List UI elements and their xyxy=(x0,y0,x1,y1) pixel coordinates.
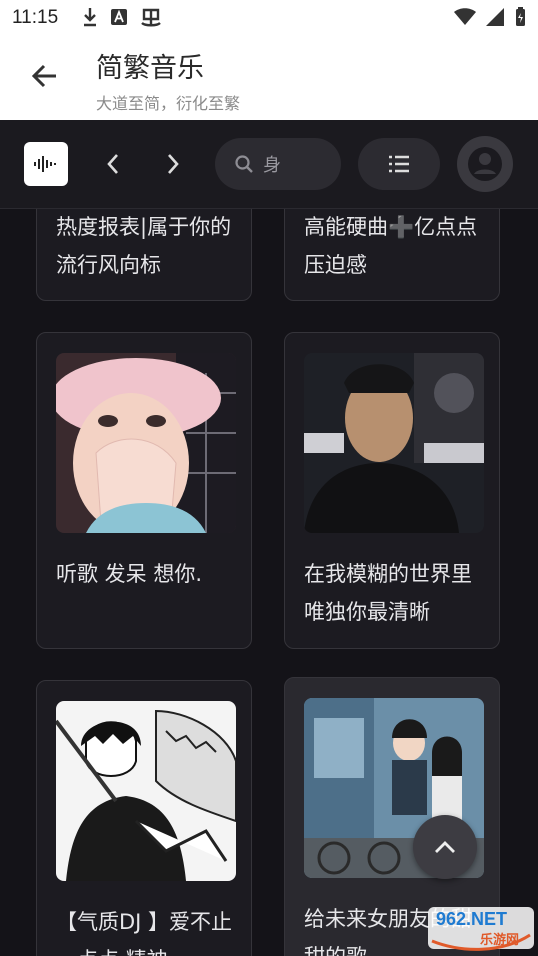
site-watermark: 962.NET 乐游网 xyxy=(428,905,534,951)
cellular-signal-icon xyxy=(486,8,504,26)
page-title: 简繁音乐 xyxy=(96,53,204,84)
next-button[interactable] xyxy=(155,146,191,182)
app-a-icon xyxy=(111,9,127,25)
toolbar xyxy=(0,120,538,209)
waveform-logo-icon xyxy=(34,156,56,172)
playlist-title: 热度报表|属于你的流行风向标 xyxy=(56,215,232,277)
watermark-sub: 乐游网 xyxy=(480,933,520,948)
back-button[interactable] xyxy=(24,56,64,96)
account-icon xyxy=(468,147,502,181)
playlist-title: 高能硬曲➕亿点点压迫感 xyxy=(304,215,478,277)
chevron-up-icon xyxy=(435,841,455,853)
search-box[interactable] xyxy=(215,138,341,190)
playlist-title: 在我模糊的世界里 唯独你最清晰 xyxy=(304,562,472,624)
chevron-left-icon xyxy=(107,154,118,174)
back-arrow-icon xyxy=(31,64,56,88)
app-header: 简繁音乐 大道至简，衍化至繁 xyxy=(0,36,538,120)
search-icon xyxy=(235,155,253,173)
watermark-brand: 962.NET xyxy=(436,909,508,929)
list-icon xyxy=(389,155,409,173)
playlist-cover xyxy=(56,701,236,881)
status-left-icons xyxy=(82,7,162,27)
app-bug-icon xyxy=(141,8,161,27)
list-button[interactable] xyxy=(358,138,440,190)
download-icon xyxy=(84,8,96,27)
prev-button[interactable] xyxy=(95,146,131,182)
playlist-card[interactable]: 【气质DJ 】爱不止一点点 精神 xyxy=(36,680,252,956)
status-right-icons xyxy=(454,7,526,27)
chevron-right-icon xyxy=(168,154,179,174)
playlist-title: 听歌 发呆 想你. xyxy=(56,562,203,586)
playlist-cover xyxy=(304,353,484,533)
status-bar: 11:15 xyxy=(0,0,538,36)
account-button[interactable] xyxy=(457,136,513,192)
playlist-card[interactable]: 高能硬曲➕亿点点压迫感 xyxy=(284,209,500,301)
scroll-top-button[interactable] xyxy=(413,815,477,879)
search-input[interactable] xyxy=(261,152,325,176)
status-time: 11:15 xyxy=(12,7,59,28)
page-subtitle: 大道至简，衍化至繁 xyxy=(96,94,241,113)
playlist-cover xyxy=(56,353,236,533)
playlist-card[interactable]: 在我模糊的世界里 唯独你最清晰 xyxy=(284,332,500,649)
playlist-card[interactable]: 听歌 发呆 想你. xyxy=(36,332,252,649)
playlist-title: 【气质DJ 】爱不止一点点 精神 xyxy=(56,910,233,956)
battery-icon xyxy=(516,7,525,26)
playlist-card[interactable]: 热度报表|属于你的流行风向标 xyxy=(36,209,252,301)
wifi-icon xyxy=(454,8,476,25)
app-logo[interactable] xyxy=(24,142,68,186)
